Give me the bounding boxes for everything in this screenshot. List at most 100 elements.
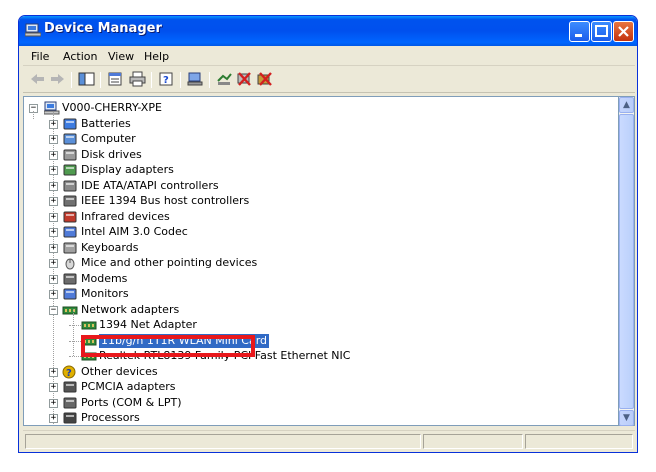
back-arrow-icon[interactable] xyxy=(29,71,46,87)
device-tree[interactable]: − V000-CHERRY-XPE + Batteries + Computer + Di… xyxy=(23,96,619,426)
tree-root[interactable]: − V000-CHERRY-XPE xyxy=(24,100,604,116)
computer-icon xyxy=(63,133,77,145)
monitor-icon xyxy=(63,288,77,300)
expand-toggle[interactable]: + xyxy=(49,182,58,191)
status-pane xyxy=(423,434,523,449)
tree-category[interactable]: + Batteries xyxy=(24,116,604,132)
tree-category-label: PCMCIA adapters xyxy=(81,380,176,393)
tree-category-label: Monitors xyxy=(81,287,129,300)
disable-device-icon[interactable] xyxy=(236,71,253,87)
toolbar-separator xyxy=(209,72,210,88)
annotation-red-box xyxy=(81,335,255,357)
expand-toggle[interactable]: + xyxy=(49,290,58,299)
tree-line xyxy=(73,309,74,356)
help-icon[interactable]: ? xyxy=(158,71,175,87)
menu-view[interactable]: View xyxy=(108,50,134,63)
expand-toggle[interactable]: + xyxy=(49,228,58,237)
expand-toggle[interactable]: + xyxy=(49,151,58,160)
update-driver-icon[interactable] xyxy=(216,71,233,87)
menu-action[interactable]: Action xyxy=(63,50,97,63)
tree-category[interactable]: + IEEE 1394 Bus host controllers xyxy=(24,193,604,209)
expand-toggle[interactable]: + xyxy=(49,399,58,408)
tree-category[interactable]: + Monitors xyxy=(24,286,604,302)
expand-toggle[interactable]: + xyxy=(49,259,58,268)
scroll-thumb[interactable] xyxy=(619,114,634,409)
tree-category[interactable]: + Processors xyxy=(24,410,604,425)
menu-help[interactable]: Help xyxy=(144,50,169,63)
expand-toggle[interactable]: + xyxy=(49,368,58,377)
toolbar-separator xyxy=(151,72,152,88)
status-bar xyxy=(23,430,635,450)
properties-icon[interactable] xyxy=(107,71,124,87)
window-title: Device Manager xyxy=(44,21,162,36)
expand-toggle[interactable]: + xyxy=(49,120,58,129)
expand-toggle[interactable]: + xyxy=(49,135,58,144)
tree-category[interactable]: + Infrared devices xyxy=(24,209,604,225)
display-adapter-icon xyxy=(63,164,77,176)
pcmcia-icon xyxy=(63,381,77,393)
tree-root-label: V000-CHERRY-XPE xyxy=(62,101,162,114)
status-pane-main xyxy=(25,434,421,449)
svg-text:?: ? xyxy=(163,75,169,86)
tree-category[interactable]: + Modems xyxy=(24,271,604,287)
codec-icon xyxy=(63,226,77,238)
tree-category-label: Disk drives xyxy=(81,148,142,161)
device-manager-window: Device Manager File Action View Help ? −… xyxy=(18,15,638,453)
tree-line xyxy=(69,325,81,326)
minimize-button[interactable] xyxy=(569,21,590,42)
expand-toggle[interactable]: + xyxy=(49,197,58,206)
scroll-down-button[interactable]: ▼ xyxy=(619,410,634,426)
expand-toggle[interactable]: + xyxy=(49,383,58,392)
ide-controller-icon xyxy=(63,180,77,192)
close-button[interactable] xyxy=(613,21,634,42)
tree-category[interactable]: + Computer xyxy=(24,131,604,147)
console-tree-icon[interactable] xyxy=(78,71,95,87)
toolbar-separator xyxy=(100,72,101,88)
tree-category[interactable]: + PCMCIA adapters xyxy=(24,379,604,395)
menu-file[interactable]: File xyxy=(31,50,49,63)
unknown-device-icon: ? xyxy=(62,365,76,379)
tree-category[interactable]: + IDE ATA/ATAPI controllers xyxy=(24,178,604,194)
expand-toggle[interactable]: + xyxy=(49,414,58,423)
tree-category-label: Other devices xyxy=(81,365,158,378)
network-adapter-item[interactable]: 1394 Net Adapter xyxy=(24,317,604,333)
expand-toggle[interactable]: + xyxy=(49,244,58,253)
scroll-up-button[interactable]: ▲ xyxy=(619,97,634,113)
scan-hardware-icon[interactable] xyxy=(187,71,204,87)
tree-category-label: Infrared devices xyxy=(81,210,170,223)
network-adapter-icon xyxy=(81,321,97,330)
uninstall-device-icon[interactable] xyxy=(256,71,273,87)
network-adapter-label: 1394 Net Adapter xyxy=(99,318,197,331)
svg-text:?: ? xyxy=(66,368,72,379)
tree-category[interactable]: + Disk drives xyxy=(24,147,604,163)
expand-toggle[interactable]: + xyxy=(49,213,58,222)
tree-category-label: Computer xyxy=(81,132,136,145)
tree-category-label: IEEE 1394 Bus host controllers xyxy=(81,194,250,207)
ieee1394-icon xyxy=(63,195,77,207)
disk-drive-icon xyxy=(63,149,77,161)
tree-category[interactable]: + Mice and other pointing devices xyxy=(24,255,604,271)
print-icon[interactable] xyxy=(129,71,146,87)
tree-category[interactable]: + Display adapters xyxy=(24,162,604,178)
title-bar[interactable]: Device Manager xyxy=(19,16,637,46)
vertical-scrollbar[interactable]: ▲ ▼ xyxy=(619,96,635,426)
collapse-toggle[interactable]: − xyxy=(49,306,58,315)
tree-category-label: Network adapters xyxy=(81,303,180,316)
computer-icon xyxy=(44,101,60,115)
expand-toggle[interactable]: + xyxy=(49,166,58,175)
tree-category[interactable]: + Keyboards xyxy=(24,240,604,256)
tree-category-label: Intel AIM 3.0 Codec xyxy=(81,225,188,238)
tree-category[interactable]: + Intel AIM 3.0 Codec xyxy=(24,224,604,240)
tree-category[interactable]: + Ports (COM & LPT) xyxy=(24,395,604,411)
tree-category[interactable]: − Network adapters xyxy=(24,302,604,318)
minimize-icon xyxy=(575,34,582,37)
battery-icon xyxy=(63,118,77,130)
forward-arrow-icon[interactable] xyxy=(49,71,66,87)
tree-category[interactable]: +? Other devices xyxy=(24,364,604,380)
toolbar-separator xyxy=(180,72,181,88)
tree-line xyxy=(69,341,81,342)
maximize-button[interactable] xyxy=(591,21,612,42)
tree-category-label: Keyboards xyxy=(81,241,139,254)
expand-toggle[interactable]: + xyxy=(49,275,58,284)
toolbar: ? xyxy=(23,67,635,93)
